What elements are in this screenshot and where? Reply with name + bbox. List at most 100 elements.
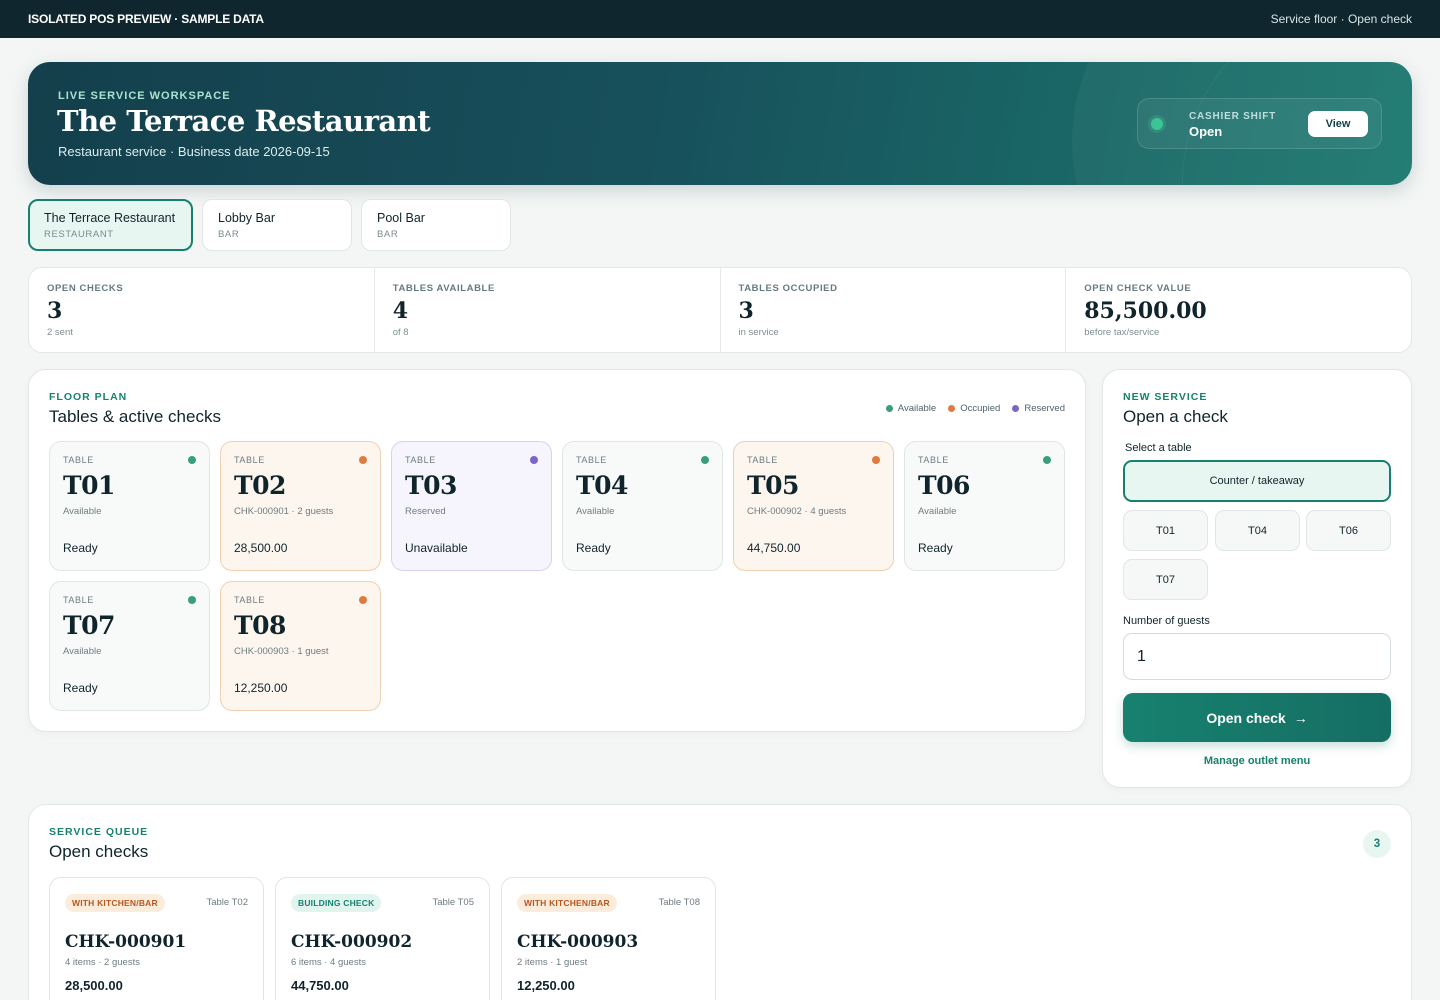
stat-tables-available: TABLES AVAILABLE 4 of 8 — [375, 268, 721, 352]
outlet-tab-pool-bar[interactable]: Pool Bar BAR — [361, 199, 511, 251]
stat-value: 85,500.00 — [1084, 298, 1207, 324]
table-card-t03[interactable]: TABLE T03 Reserved Unavailable — [391, 441, 552, 571]
breadcrumb: Service floor · Open check — [1270, 12, 1412, 26]
table-number: T07 — [63, 611, 115, 640]
table-card-t08[interactable]: TABLE T08 CHK-000903 · 1 guest 12,250.00 — [220, 581, 381, 711]
outlet-name: Lobby Bar — [218, 211, 275, 225]
table-meta: Available — [918, 506, 957, 517]
open-checks-count-badge: 3 — [1363, 830, 1391, 858]
check-card-chk-000901[interactable]: WITH KITCHEN/BAR Table T02 CHK-000901 4 … — [49, 877, 264, 1000]
table-card-t05[interactable]: TABLE T05 CHK-000902 · 4 guests 44,750.0… — [733, 441, 894, 571]
table-option-t04[interactable]: T04 — [1215, 510, 1300, 551]
outlet-hero: LIVE SERVICE WORKSPACE The Terrace Resta… — [28, 62, 1412, 185]
stat-label: OPEN CHECK VALUE — [1084, 283, 1192, 294]
table-meta: CHK-000901 · 2 guests — [234, 506, 334, 517]
status-dot — [188, 596, 196, 604]
section-eyebrow: FLOOR PLAN — [49, 391, 128, 403]
open-check-label: Open check — [1206, 709, 1286, 726]
check-table: Table T02 — [206, 897, 248, 908]
status-legend: Available Occupied Reserved — [885, 403, 1065, 414]
manage-menu-link[interactable]: Manage outlet menu — [1123, 755, 1391, 767]
table-card-t06[interactable]: TABLE T06 Available Ready — [904, 441, 1065, 571]
table-option-t06[interactable]: T06 — [1306, 510, 1391, 551]
legend-dot — [948, 405, 956, 412]
stat-open-checks: OPEN CHECKS 3 2 sent — [29, 268, 375, 352]
check-table: Table T08 — [658, 897, 700, 908]
check-table: Table T05 — [432, 897, 474, 908]
outlet-title: The Terrace Restaurant — [57, 104, 431, 138]
legend-label: Available — [897, 403, 937, 414]
outlet-name: The Terrace Restaurant — [44, 211, 176, 225]
table-card-t02[interactable]: TABLE T02 CHK-000901 · 2 guests 28,500.0… — [220, 441, 381, 571]
table-caption: TABLE — [405, 455, 436, 465]
outlet-tab-terrace[interactable]: The Terrace Restaurant RESTAURANT — [28, 199, 193, 251]
stat-note: 2 sent — [47, 327, 73, 338]
table-number: T01 — [63, 471, 115, 500]
table-meta: Available — [576, 506, 615, 517]
table-number: T04 — [576, 471, 628, 500]
table-meta: Available — [63, 506, 102, 517]
status-dot — [1043, 456, 1051, 464]
check-id: CHK-000902 — [291, 932, 413, 952]
table-meta: Available — [63, 646, 102, 657]
table-meta: Reserved — [405, 506, 446, 517]
hero-eyebrow: LIVE SERVICE WORKSPACE — [58, 90, 231, 102]
view-shift-button[interactable]: View — [1308, 111, 1368, 137]
table-footer: Ready — [918, 541, 953, 555]
stat-tables-occupied: TABLES OCCUPIED 3 in service — [721, 268, 1067, 352]
status-dot — [359, 456, 367, 464]
table-caption: TABLE — [576, 455, 607, 465]
shift-status: Open — [1189, 124, 1223, 139]
table-footer: Ready — [63, 541, 98, 555]
check-amount: 28,500.00 — [65, 978, 123, 993]
section-title: Open a check — [1123, 407, 1228, 426]
table-card-t01[interactable]: TABLE T01 Available Ready — [49, 441, 210, 571]
table-caption: TABLE — [63, 595, 94, 605]
check-id: CHK-000901 — [65, 932, 187, 952]
outlet-kind: RESTAURANT — [44, 229, 114, 240]
table-card-t07[interactable]: TABLE T07 Available Ready — [49, 581, 210, 711]
status-dot — [188, 456, 196, 464]
table-number: T03 — [405, 471, 457, 500]
arrow-right-icon: → — [1293, 709, 1308, 726]
service-queue-panel: SERVICE QUEUE Open checks 3 WITH KITCHEN… — [28, 804, 1412, 1000]
outlet-tab-lobby-bar[interactable]: Lobby Bar BAR — [202, 199, 352, 251]
guests-input[interactable] — [1123, 633, 1391, 680]
table-option-t07[interactable]: T07 — [1123, 559, 1208, 600]
status-badge: BUILDING CHECK — [291, 894, 382, 912]
legend-label: Occupied — [960, 403, 1001, 414]
top-bar: ISOLATED POS PREVIEW · SAMPLE DATA Servi… — [0, 0, 1440, 38]
guests-label: Number of guests — [1123, 615, 1210, 627]
table-caption: TABLE — [63, 455, 94, 465]
table-footer: Unavailable — [405, 541, 468, 555]
table-card-t04[interactable]: TABLE T04 Available Ready — [562, 441, 723, 571]
status-dot — [530, 456, 538, 464]
counter-takeaway-option[interactable]: Counter / takeaway — [1123, 460, 1391, 502]
table-footer: 44,750.00 — [747, 541, 801, 555]
stat-label: TABLES OCCUPIED — [738, 283, 838, 294]
legend-label: Reserved — [1024, 403, 1065, 414]
outlet-name: Pool Bar — [377, 211, 425, 225]
section-eyebrow: NEW SERVICE — [1123, 391, 1208, 403]
table-option-t01[interactable]: T01 — [1123, 510, 1208, 551]
summary-stats: OPEN CHECKS 3 2 sent TABLES AVAILABLE 4 … — [28, 267, 1412, 353]
legend-dot — [885, 405, 893, 412]
outlet-kind: BAR — [218, 229, 240, 240]
check-card-chk-000903[interactable]: WITH KITCHEN/BAR Table T08 CHK-000903 2 … — [501, 877, 716, 1000]
stat-label: TABLES AVAILABLE — [392, 283, 495, 294]
stat-value: 3 — [738, 298, 754, 324]
status-dot — [359, 596, 367, 604]
legend-available: Available — [885, 403, 937, 414]
stat-note: in service — [738, 327, 779, 338]
legend-occupied: Occupied — [948, 403, 1000, 414]
table-footer: Ready — [576, 541, 611, 555]
new-service-header: NEW SERVICE Open a check — [1123, 391, 1228, 427]
table-footer: Ready — [63, 681, 98, 695]
status-dot — [872, 456, 880, 464]
open-check-button[interactable]: Open check → — [1123, 693, 1391, 742]
select-table-label: Select a table — [1125, 442, 1192, 454]
outlet-kind: BAR — [377, 229, 399, 240]
table-meta: CHK-000902 · 4 guests — [747, 506, 847, 517]
check-card-chk-000902[interactable]: BUILDING CHECK Table T05 CHK-000902 6 it… — [275, 877, 490, 1000]
table-meta: CHK-000903 · 1 guest — [234, 646, 329, 657]
